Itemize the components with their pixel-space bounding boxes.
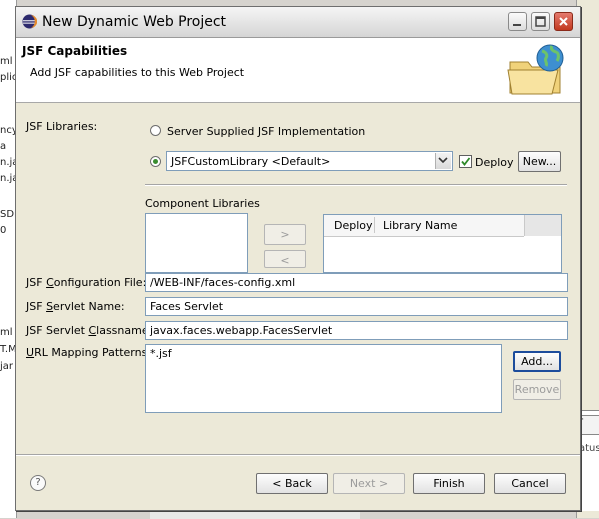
maximize-icon — [535, 16, 546, 27]
maximize-button[interactable] — [531, 12, 550, 31]
wizard-footer: ? < Back Next > Finish Cancel — [16, 457, 580, 510]
add-pattern-button[interactable]: Add... — [513, 351, 561, 372]
dropdown-arrow[interactable] — [435, 153, 451, 169]
help-icon[interactable]: ? — [30, 475, 46, 491]
wizard-header: JSF Capabilities Add JSF capabilities to… — [16, 38, 580, 103]
remove-library-button[interactable]: < — [264, 250, 306, 268]
bg-tab[interactable]: r — [578, 415, 599, 435]
column-deploy[interactable]: Deploy — [334, 219, 373, 232]
next-button[interactable]: Next > — [333, 473, 405, 494]
table-header: Deploy Library Name — [324, 215, 524, 237]
separator — [145, 184, 567, 186]
page-title: JSF Capabilities — [22, 44, 128, 58]
servlet-classname-field[interactable]: javax.faces.webapp.FacesServlet — [145, 321, 568, 340]
footer-separator — [16, 454, 580, 456]
new-project-dialog: New Dynamic Web Project JSF Capabilities… — [15, 6, 581, 511]
bg-fragment: a — [0, 141, 7, 152]
url-mapping-list[interactable]: *.jsf — [145, 344, 502, 413]
back-button[interactable]: < Back — [256, 473, 328, 494]
bg-fragment: ml — [0, 327, 13, 338]
config-file-field[interactable]: /WEB-INF/faces-config.xml — [145, 273, 568, 292]
close-button[interactable] — [554, 12, 573, 31]
add-library-button[interactable]: > — [264, 224, 306, 245]
close-icon — [559, 17, 568, 26]
servlet-name-field[interactable]: Faces Servlet — [145, 297, 568, 316]
eclipse-icon — [22, 14, 37, 29]
servlet-classname-label: JSF Servlet Classname: — [26, 324, 153, 337]
new-library-button[interactable]: New... — [518, 151, 561, 172]
bg-status-text: atus — [579, 443, 599, 454]
server-supplied-label: Server Supplied JSF Implementation — [167, 125, 366, 138]
available-libraries-list[interactable] — [145, 213, 248, 273]
selected-libraries-table[interactable]: Deploy Library Name — [323, 214, 562, 273]
checkmark-icon — [461, 157, 471, 166]
server-supplied-radio[interactable] — [150, 125, 161, 136]
jsf-library-value: JSFCustomLibrary <Default> — [171, 155, 331, 168]
minimize-icon — [513, 24, 521, 26]
bg-fragment: ml — [0, 56, 13, 67]
folder-globe-icon — [507, 44, 564, 95]
jsf-libraries-label: JSF Libraries: — [26, 120, 98, 133]
config-file-label: JSF Configuration File: — [26, 276, 147, 289]
page-description: Add JSF capabilities to this Web Project — [30, 66, 245, 79]
chevron-down-icon — [438, 157, 448, 164]
cancel-button[interactable]: Cancel — [494, 473, 566, 494]
url-pattern-item[interactable]: *.jsf — [150, 347, 497, 360]
deploy-checkbox[interactable] — [459, 155, 472, 168]
minimize-button[interactable] — [508, 12, 527, 31]
bg-fragment: 0 — [0, 225, 7, 236]
custom-library-radio[interactable] — [150, 156, 161, 167]
bg-fragment: jar — [0, 361, 14, 372]
url-mapping-label: URL Mapping Patterns: — [26, 346, 152, 359]
remove-pattern-button[interactable]: Remove — [513, 379, 561, 400]
deploy-label: Deploy — [475, 156, 514, 169]
servlet-name-label: JSF Servlet Name: — [26, 300, 125, 313]
table-header-filler — [524, 215, 561, 236]
finish-button[interactable]: Finish — [413, 473, 485, 494]
component-libraries-label: Component Libraries — [145, 197, 260, 210]
title-bar[interactable]: New Dynamic Web Project — [16, 7, 580, 38]
column-divider — [374, 217, 375, 233]
jsf-library-select[interactable]: JSFCustomLibrary <Default> — [166, 151, 453, 171]
column-library-name[interactable]: Library Name — [383, 219, 457, 232]
wizard-content: JSF Libraries: Server Supplied JSF Imple… — [16, 103, 580, 455]
window-title: New Dynamic Web Project — [42, 14, 227, 30]
